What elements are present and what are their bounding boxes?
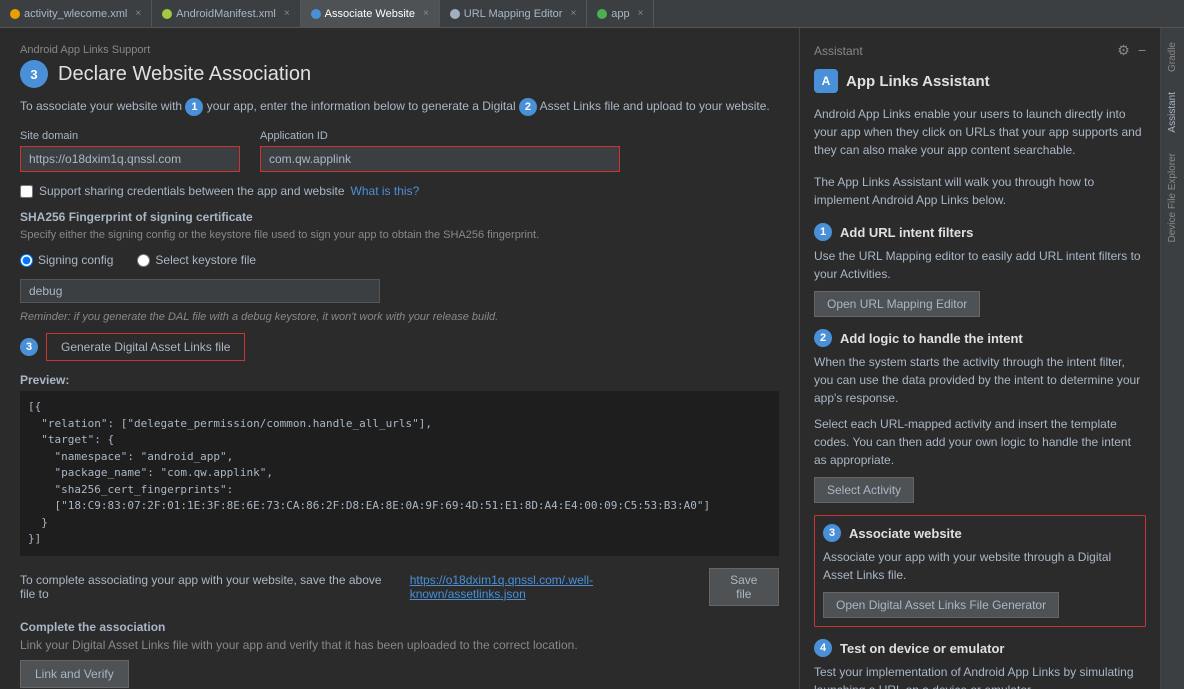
tab-associate-website[interactable]: Associate Website × bbox=[301, 0, 440, 27]
step2-header: 2 Add logic to handle the intent bbox=[814, 329, 1146, 347]
form-group-site-domain: Site domain bbox=[20, 130, 240, 172]
generate-btn[interactable]: Generate Digital Asset Links file bbox=[46, 333, 245, 361]
tab-label-activity: activity_wlecome.xml bbox=[24, 8, 127, 20]
step3-header: 3 Associate website bbox=[823, 524, 1137, 542]
signing-config-select[interactable]: debug bbox=[20, 279, 380, 303]
reminder-text: Reminder: if you generate the DAL file w… bbox=[20, 311, 779, 323]
settings-icon[interactable]: ⚙ bbox=[1117, 42, 1130, 59]
step1-badge: 1 bbox=[185, 98, 203, 116]
tab-icon-manifest bbox=[162, 9, 172, 19]
save-row: To complete associating your app with yo… bbox=[20, 568, 779, 606]
preview-box: [{ "relation": ["delegate_permission/com… bbox=[20, 391, 779, 556]
step1-desc: Use the URL Mapping editor to easily add… bbox=[814, 247, 1146, 283]
page-title: Declare Website Association bbox=[58, 63, 311, 86]
tab-icon-app bbox=[597, 9, 607, 19]
sha-title: SHA256 Fingerprint of signing certificat… bbox=[20, 210, 779, 224]
save-row-text: To complete associating your app with yo… bbox=[20, 573, 400, 601]
app-id-input[interactable] bbox=[260, 146, 620, 172]
step-section-2: 2 Add logic to handle the intent When th… bbox=[814, 329, 1146, 503]
sidebar-tab-gradle[interactable]: Gradle bbox=[1165, 36, 1180, 78]
minimize-icon[interactable]: − bbox=[1138, 42, 1146, 59]
step3-badge: 3 bbox=[20, 338, 38, 356]
select-activity-btn[interactable]: Select Activity bbox=[814, 477, 914, 503]
tab-close-url[interactable]: × bbox=[570, 8, 576, 19]
tab-icon-url bbox=[450, 9, 460, 19]
radio-signing-label[interactable]: Signing config bbox=[20, 253, 113, 267]
step2-badge: 2 bbox=[519, 98, 537, 116]
step-circle-main: 3 bbox=[20, 60, 48, 88]
step4-num: 4 bbox=[814, 639, 832, 657]
radio-keystore-label[interactable]: Select keystore file bbox=[137, 253, 256, 267]
step2-desc2: Select each URL-mapped activity and inse… bbox=[814, 415, 1146, 469]
tab-url-mapping[interactable]: URL Mapping Editor × bbox=[440, 0, 587, 27]
tab-close-activity[interactable]: × bbox=[135, 8, 141, 19]
assistant-label: Assistant bbox=[814, 44, 863, 58]
step-header: 3 Declare Website Association bbox=[20, 60, 779, 88]
tab-label-associate: Associate Website bbox=[325, 8, 415, 20]
complete-title: Complete the association bbox=[20, 620, 779, 634]
tab-close-associate[interactable]: × bbox=[423, 8, 429, 19]
open-url-mapping-btn[interactable]: Open URL Mapping Editor bbox=[814, 291, 980, 317]
breadcrumb: Android App Links Support bbox=[20, 44, 779, 56]
assistant-header: A App Links Assistant bbox=[814, 69, 1146, 93]
credentials-checkbox[interactable] bbox=[20, 185, 33, 198]
right-sidebar: Gradle Assistant Device File Explorer bbox=[1160, 28, 1184, 689]
assistant-desc1: Android App Links enable your users to l… bbox=[814, 105, 1146, 159]
radio-signing[interactable] bbox=[20, 254, 33, 267]
step4-header: 4 Test on device or emulator bbox=[814, 639, 1146, 657]
step1-header: 1 Add URL intent filters bbox=[814, 223, 1146, 241]
step4-title: Test on device or emulator bbox=[840, 641, 1004, 656]
subtitle: To associate your website with 1 your ap… bbox=[20, 98, 779, 116]
step2-desc1: When the system starts the activity thro… bbox=[814, 353, 1146, 407]
step4-desc: Test your implementation of Android App … bbox=[814, 663, 1146, 689]
step2-title: Add logic to handle the intent bbox=[840, 331, 1023, 346]
credentials-checkbox-row: Support sharing credentials between the … bbox=[20, 184, 779, 198]
tab-app[interactable]: app × bbox=[587, 0, 654, 27]
assistant-icon: A bbox=[814, 69, 838, 93]
radio-row: Signing config Select keystore file bbox=[20, 253, 779, 267]
sidebar-tab-assistant[interactable]: Assistant bbox=[1165, 86, 1180, 139]
complete-section: Complete the association Link your Digit… bbox=[20, 620, 779, 688]
tab-close-manifest[interactable]: × bbox=[284, 8, 290, 19]
step-section-1: 1 Add URL intent filters Use the URL Map… bbox=[814, 223, 1146, 317]
app-id-label: Application ID bbox=[260, 130, 620, 142]
form-row-site: Site domain Application ID bbox=[20, 130, 779, 172]
sha-desc: Specify either the signing config or the… bbox=[20, 228, 779, 243]
link-verify-btn[interactable]: Link and Verify bbox=[20, 660, 129, 688]
step3-desc: Associate your app with your website thr… bbox=[823, 548, 1137, 584]
credentials-label: Support sharing credentials between the … bbox=[39, 184, 345, 198]
tab-icon-associate bbox=[311, 9, 321, 19]
radio-keystore[interactable] bbox=[137, 254, 150, 267]
right-panel: Assistant ⚙ − A App Links Assistant Andr… bbox=[800, 28, 1160, 689]
step1-num: 1 bbox=[814, 223, 832, 241]
tab-activity-welcome[interactable]: activity_wlecome.xml × bbox=[0, 0, 152, 27]
form-group-app-id: Application ID bbox=[260, 130, 620, 172]
step3-num: 3 bbox=[823, 524, 841, 542]
save-url-link[interactable]: https://o18dxim1q.qnssl.com/.well-known/… bbox=[410, 573, 699, 601]
sidebar-tab-device-file-explorer[interactable]: Device File Explorer bbox=[1165, 147, 1180, 248]
tab-icon-activity bbox=[10, 9, 20, 19]
what-is-this-link[interactable]: What is this? bbox=[351, 184, 420, 198]
tab-label-app: app bbox=[611, 8, 629, 20]
site-domain-input[interactable] bbox=[20, 146, 240, 172]
site-domain-label: Site domain bbox=[20, 130, 240, 142]
step-section-4: 4 Test on device or emulator Test your i… bbox=[814, 639, 1146, 689]
tab-android-manifest[interactable]: AndroidManifest.xml × bbox=[152, 0, 301, 27]
save-file-btn[interactable]: Save file bbox=[709, 568, 779, 606]
select-row: debug bbox=[20, 279, 779, 303]
step3-title: Associate website bbox=[849, 526, 962, 541]
assistant-desc2: The App Links Assistant will walk you th… bbox=[814, 173, 1146, 209]
tab-label-url: URL Mapping Editor bbox=[464, 8, 563, 20]
step1-title: Add URL intent filters bbox=[840, 225, 973, 240]
left-panel: Android App Links Support 3 Declare Webs… bbox=[0, 28, 800, 689]
preview-label: Preview: bbox=[20, 373, 779, 387]
open-digital-asset-btn[interactable]: Open Digital Asset Links File Generator bbox=[823, 592, 1059, 618]
assistant-title: App Links Assistant bbox=[846, 73, 990, 90]
complete-desc: Link your Digital Asset Links file with … bbox=[20, 638, 779, 652]
tab-bar: activity_wlecome.xml × AndroidManifest.x… bbox=[0, 0, 1184, 28]
step2-num: 2 bbox=[814, 329, 832, 347]
tab-label-manifest: AndroidManifest.xml bbox=[176, 8, 276, 20]
step-section-3: 3 Associate website Associate your app w… bbox=[814, 515, 1146, 627]
tab-close-app[interactable]: × bbox=[638, 8, 644, 19]
